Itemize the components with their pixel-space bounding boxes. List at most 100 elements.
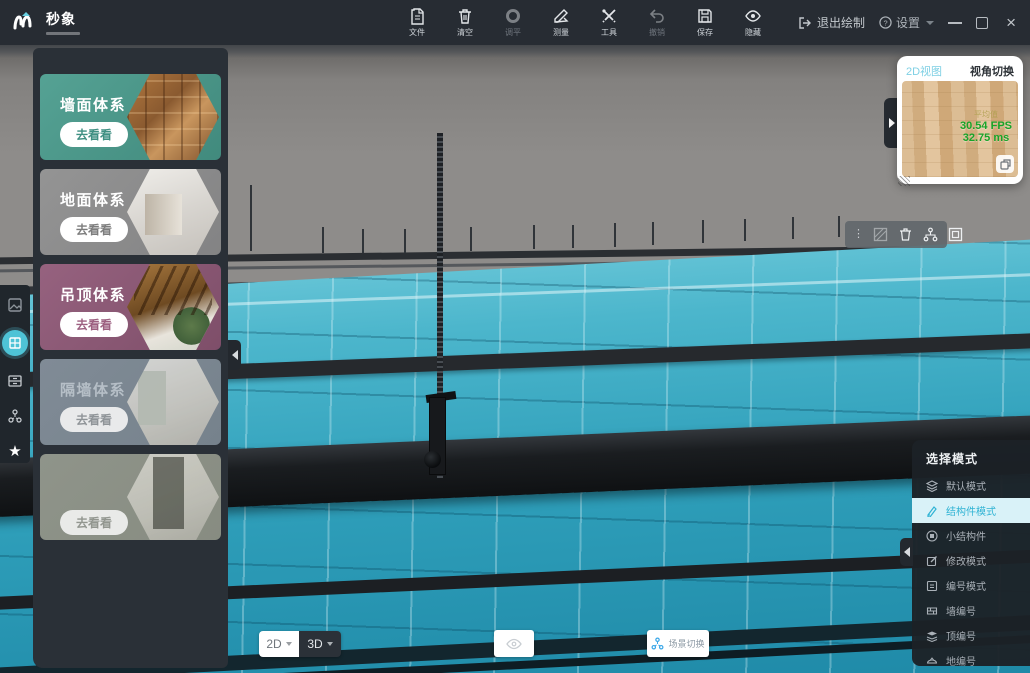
hide-button[interactable]: 隐藏 <box>736 7 770 38</box>
tab-2d-view[interactable]: 2D视图 <box>906 63 942 79</box>
minimize-button[interactable] <box>948 21 963 24</box>
number-box-icon <box>926 580 938 591</box>
leveling-button[interactable]: 调平 <box>496 7 530 38</box>
hanger-rod <box>322 227 324 253</box>
floor-icon <box>926 656 938 664</box>
view-swap-button[interactable] <box>996 155 1014 173</box>
card-floor-system[interactable]: 地面体系 去看看 <box>40 169 221 255</box>
structure-icon <box>927 505 937 517</box>
left-icon-rail: ★ <box>0 285 30 463</box>
tools-icon <box>602 9 616 23</box>
topbar-right: 退出绘制 ? 设置 × <box>798 0 1020 45</box>
view-panel-resize-handle[interactable] <box>898 176 910 186</box>
plant-image <box>173 307 210 345</box>
drag-handle-icon[interactable]: ⋮ <box>853 229 864 240</box>
ring-icon <box>506 9 520 23</box>
view-panel-tabs: 2D视图 视角切换 <box>902 61 1018 81</box>
swap-view-icon <box>999 158 1011 170</box>
mode-ceiling-number[interactable]: 顶编号 <box>912 623 1030 648</box>
card-title: 地面体系 <box>60 192 127 209</box>
go-see-button[interactable]: 去看看 <box>60 312 128 337</box>
latency-value: 32.75 ms <box>962 132 1010 144</box>
exit-draw-button[interactable]: 退出绘制 <box>798 14 865 31</box>
layers-icon <box>926 479 938 492</box>
mode-default[interactable]: 默认模式 <box>912 473 1030 498</box>
caret-down-icon <box>326 642 333 646</box>
hatch-fill-button[interactable] <box>873 227 888 242</box>
go-see-button[interactable]: 去看看 <box>60 122 128 147</box>
visibility-button[interactable] <box>494 630 534 657</box>
view-switch-panel: 2D视图 视角切换 平均值 30.54 FPS 32.75 ms <box>897 56 1023 184</box>
molecule-icon <box>651 637 664 650</box>
mode-small-parts[interactable]: 小结构件 <box>912 523 1030 548</box>
rail-scene-button[interactable] <box>5 406 25 426</box>
sidebar-collapse-handle[interactable] <box>228 340 241 370</box>
rail-drawer-button[interactable] <box>5 371 25 391</box>
mode-structural[interactable]: 结构件模式 <box>912 498 1030 523</box>
tab-view-switch[interactable]: 视角切换 <box>970 63 1014 79</box>
measure-button[interactable]: 测量 <box>544 7 578 38</box>
frame-select-button[interactable] <box>948 227 963 242</box>
2d-mode-button[interactable]: 2D <box>259 631 299 657</box>
top-bar: 秒象 文件 清空 调平 测量 工具 撤销 保存 隐藏 退出绘制 ? 设置 × <box>0 0 1030 45</box>
cabinet-icon <box>9 337 21 349</box>
mode-floor-number[interactable]: 地编号 <box>912 648 1030 673</box>
help-circle-icon: ? <box>879 16 892 29</box>
rod-knob <box>424 451 441 468</box>
partition-system-thumbnail <box>127 359 219 445</box>
mode-wall-number[interactable]: 墙编号 <box>912 598 1030 623</box>
delete-button[interactable] <box>898 227 913 242</box>
mode-modify[interactable]: 修改模式 <box>912 548 1030 573</box>
scene-switch-button[interactable]: 场景切换 <box>647 630 709 657</box>
chevron-down-icon <box>926 20 935 25</box>
selection-toolbar: ⋮ <box>845 221 963 248</box>
tools-button[interactable]: 工具 <box>592 7 626 38</box>
undo-button[interactable]: 撤销 <box>640 7 674 38</box>
go-see-button[interactable]: 去看看 <box>60 510 128 535</box>
file-button[interactable]: 文件 <box>400 7 434 38</box>
drawer-icon <box>8 375 22 387</box>
trash-icon <box>900 228 911 241</box>
stat-label: 平均值 <box>974 110 998 119</box>
rail-furniture-button[interactable] <box>2 330 28 356</box>
hierarchy-icon <box>923 227 938 242</box>
app-logo: 秒象 <box>0 10 220 36</box>
hanger-rod <box>652 222 654 245</box>
card-wall-system[interactable]: 墙面体系 去看看 <box>40 74 221 160</box>
trash-icon <box>459 9 471 24</box>
card-fifth-system[interactable]: 去看看 <box>40 454 221 540</box>
go-see-button[interactable]: 去看看 <box>60 217 128 242</box>
dimension-toggle: 2D 3D <box>259 631 341 657</box>
ceiling-system-thumbnail <box>127 264 219 350</box>
hanger-rod <box>533 225 535 249</box>
maximize-button[interactable] <box>976 16 989 29</box>
close-button[interactable]: × <box>1002 12 1020 33</box>
caret-down-icon <box>285 642 292 646</box>
rail-favorites-button[interactable]: ★ <box>5 441 25 461</box>
card-title: 吊顶体系 <box>60 287 127 304</box>
hierarchy-button[interactable] <box>923 227 938 242</box>
logo-icon <box>13 11 32 29</box>
card-title: 隔墙体系 <box>60 382 127 399</box>
edit-icon <box>926 555 937 566</box>
go-see-button[interactable]: 去看看 <box>60 407 128 432</box>
select-mode-panel: 选择模式 默认模式 结构件模式 小结构件 修改模式 编号模式 墙编号 顶编号 地… <box>912 440 1030 668</box>
logo-text: 秒象 <box>46 10 76 27</box>
2d-view-thumbnail[interactable]: 平均值 30.54 FPS 32.75 ms <box>902 81 1018 177</box>
hanger-rod <box>614 223 616 247</box>
save-button[interactable]: 保存 <box>688 7 722 38</box>
performance-stats: 平均值 30.54 FPS 32.75 ms <box>960 109 1012 144</box>
svg-text:?: ? <box>883 18 887 27</box>
rail-image-button[interactable] <box>5 295 25 315</box>
clear-button[interactable]: 清空 <box>448 7 482 38</box>
hatch-icon <box>873 227 888 242</box>
mode-panel-title: 选择模式 <box>926 452 979 466</box>
settings-button[interactable]: ? 设置 <box>879 14 935 31</box>
mode-numbering[interactable]: 编号模式 <box>912 573 1030 598</box>
card-ceiling-system[interactable]: 吊顶体系 去看看 <box>40 264 221 350</box>
card-partition-system[interactable]: 隔墙体系 去看看 <box>40 359 221 445</box>
floor-system-thumbnail <box>127 169 219 255</box>
3d-mode-button[interactable]: 3D <box>299 631 341 657</box>
eye-icon <box>745 10 761 22</box>
mode-panel-collapse-handle[interactable] <box>900 538 913 566</box>
